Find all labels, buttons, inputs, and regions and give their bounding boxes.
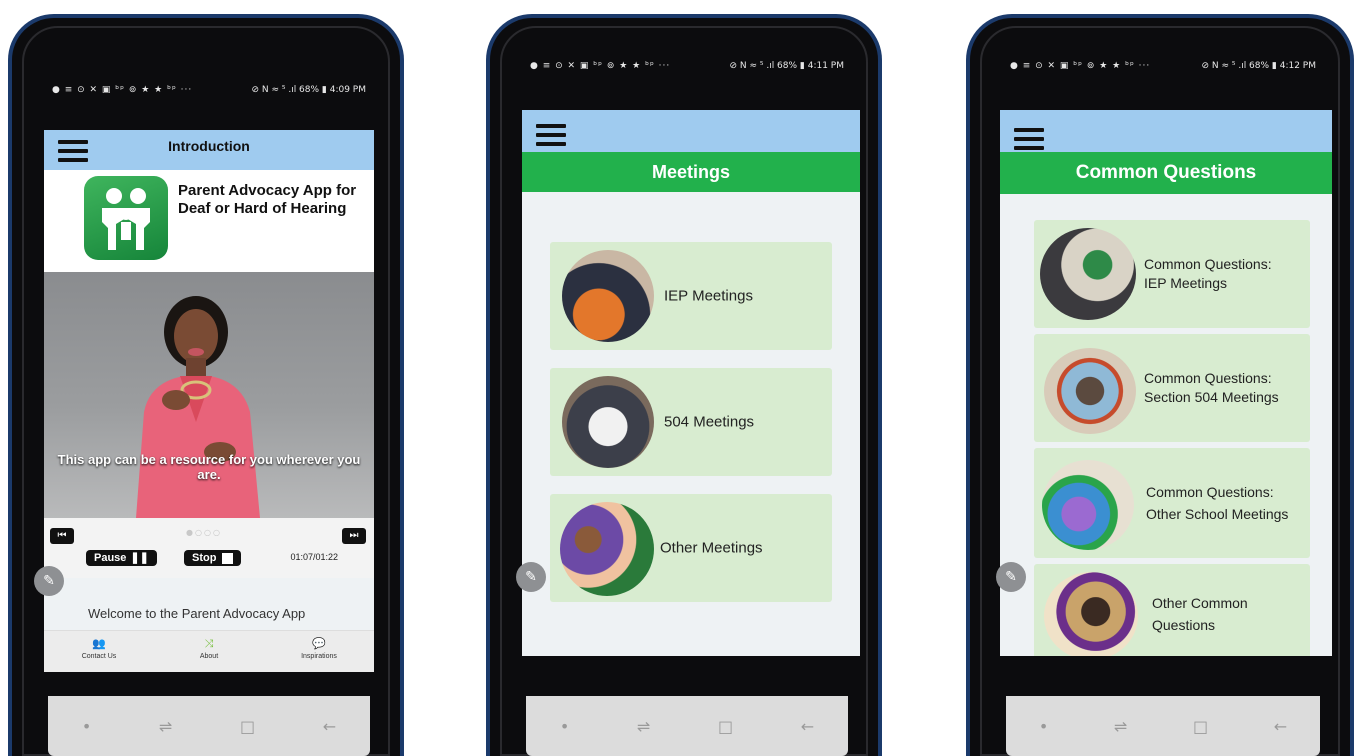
- status-clock: ⊘ N ≈ ⁵ .ıl 68% ▮ 4:11 PM: [729, 61, 844, 71]
- carousel-dots: ●○○○: [186, 528, 222, 537]
- phone-meetings: ● ≡ ⊙ ✕ ▣ ᵇᵖ ⊚ ★ ★ ᵇᵖ ··· ⊘ N ≈ ⁵ .ıl 68…: [486, 14, 882, 756]
- top-bar: [1000, 110, 1332, 152]
- nav-label: Inspirations: [301, 653, 337, 660]
- classroom-photo: [1044, 348, 1136, 434]
- recent-apps-icon[interactable]: ⇌: [159, 717, 172, 736]
- list-item-label: Common Questions: Section 504 Meetings: [1144, 370, 1279, 405]
- list-item-cq-504[interactable]: Common Questions: Section 504 Meetings: [1034, 334, 1310, 442]
- back-icon[interactable]: ←: [801, 717, 814, 736]
- classroom-photo: [1042, 460, 1134, 550]
- nav-contact-us[interactable]: 👥 Contact Us: [44, 631, 154, 672]
- chat-icon: 💬: [312, 637, 326, 650]
- phone-common-questions: ● ≡ ⊙ ✕ ▣ ᵇᵖ ⊚ ★ ★ ᵇᵖ ··· ⊘ N ≈ ⁵ .ıl 68…: [966, 14, 1354, 756]
- next-icon[interactable]: ⏭: [342, 528, 366, 544]
- meeting-photo: [562, 250, 654, 342]
- page-title: Meetings: [522, 152, 860, 192]
- recent-apps-icon[interactable]: ⇌: [637, 717, 650, 736]
- pause-icon: ❚❚: [130, 552, 149, 564]
- dot-icon[interactable]: •: [82, 717, 91, 736]
- home-icon[interactable]: □: [240, 717, 255, 736]
- android-navigation-bar: • ⇌ □ ←: [526, 696, 848, 756]
- status-icons: ● ≡ ⊙ ✕ ▣ ᵇᵖ ⊚ ★ ★ ᵇᵖ ···: [1010, 61, 1151, 71]
- recent-apps-icon[interactable]: ⇌: [1114, 717, 1127, 736]
- android-navigation-bar: • ⇌ □ ←: [1006, 696, 1320, 756]
- list-item-label: Other Meetings: [660, 539, 763, 557]
- list-item-label: 504 Meetings: [664, 413, 755, 431]
- edge-panel-icon[interactable]: ✎: [996, 562, 1026, 592]
- previous-icon[interactable]: ⏮: [50, 528, 74, 544]
- list-item-504-meetings[interactable]: 504 Meetings: [550, 368, 832, 476]
- list-item-label: Common Questions: Other School Meetings: [1146, 484, 1289, 522]
- dot-icon[interactable]: •: [1039, 717, 1048, 736]
- status-icons: ● ≡ ⊙ ✕ ▣ ᵇᵖ ⊚ ★ ★ ᵇᵖ ···: [530, 61, 671, 71]
- list-item-other-meetings[interactable]: Other Meetings: [550, 494, 832, 602]
- top-bar: Introduction: [44, 130, 374, 170]
- status-bar: ● ≡ ⊙ ✕ ▣ ᵇᵖ ⊚ ★ ★ ᵇᵖ ··· ⊘ N ≈ ⁵ .ıl 68…: [52, 82, 366, 98]
- home-icon[interactable]: □: [1193, 717, 1208, 736]
- page-title-text: Meetings: [651, 162, 730, 182]
- app-name: Parent Advocacy App for Deaf or Hard of …: [178, 182, 357, 217]
- pause-button[interactable]: Pause ❚❚: [86, 550, 157, 566]
- status-clock: ⊘ N ≈ ⁵ .ıl 68% ▮ 4:09 PM: [251, 85, 366, 95]
- list-item-other-common-questions[interactable]: Other Common Questions: [1034, 564, 1310, 656]
- family-icon: [102, 188, 150, 250]
- nav-inspirations[interactable]: 💬 Inspirations: [264, 631, 374, 672]
- people-icon: 👥: [92, 637, 106, 650]
- nav-about[interactable]: ⤨ About: [154, 631, 264, 672]
- list-item-iep-meetings[interactable]: IEP Meetings: [550, 242, 832, 350]
- top-bar: [522, 110, 860, 152]
- phone-introduction: ● ≡ ⊙ ✕ ▣ ᵇᵖ ⊚ ★ ★ ᵇᵖ ··· ⊘ N ≈ ⁵ .ıl 68…: [8, 14, 404, 756]
- back-icon[interactable]: ←: [323, 717, 336, 736]
- nav-label: Contact Us: [81, 653, 117, 660]
- menu-icon[interactable]: [536, 124, 566, 146]
- stop-button[interactable]: Stop: [184, 550, 242, 566]
- home-icon[interactable]: □: [718, 717, 733, 736]
- classroom-photo: [1040, 228, 1136, 320]
- android-navigation-bar: • ⇌ □ ←: [48, 696, 370, 756]
- menu-icon[interactable]: [1014, 128, 1044, 150]
- bottom-navigation: 👥 Contact Us ⤨ About 💬 Inspirations: [44, 630, 374, 672]
- pause-label: Pause: [94, 552, 127, 564]
- video-caption: This app can be a resource for you where…: [57, 452, 361, 482]
- app-screen: Introduction Parent Advocacy App for Dea…: [44, 130, 374, 672]
- meeting-photo: [560, 502, 654, 596]
- edge-panel-icon[interactable]: ✎: [34, 566, 64, 596]
- status-bar: ● ≡ ⊙ ✕ ▣ ᵇᵖ ⊚ ★ ★ ᵇᵖ ··· ⊘ N ≈ ⁵ .ıl 68…: [530, 58, 844, 74]
- page-title: Introduction: [168, 138, 250, 154]
- sign-language-video[interactable]: This app can be a resource for you where…: [44, 272, 374, 518]
- app-screen: Common Questions Common Questions: IEP M…: [1000, 110, 1332, 656]
- welcome-text: Welcome to the Parent Advocacy App: [88, 606, 306, 621]
- status-icons: ● ≡ ⊙ ✕ ▣ ᵇᵖ ⊚ ★ ★ ᵇᵖ ···: [52, 85, 193, 95]
- status-clock: ⊘ N ≈ ⁵ .ıl 68% ▮ 4:12 PM: [1201, 61, 1316, 71]
- list-item-cq-iep[interactable]: Common Questions: IEP Meetings: [1034, 220, 1310, 328]
- dot-icon[interactable]: •: [560, 717, 569, 736]
- edge-panel-icon[interactable]: ✎: [516, 562, 546, 592]
- app-screen: Meetings IEP Meetings 504 Meetings Other…: [522, 110, 860, 656]
- list-item-cq-other-school[interactable]: Common Questions: Other School Meetings: [1034, 448, 1310, 558]
- app-logo: [84, 176, 168, 260]
- shuffle-icon: ⤨: [204, 637, 214, 650]
- nav-label: About: [199, 653, 219, 660]
- page-title-text: Common Questions: [1075, 162, 1257, 183]
- status-bar: ● ≡ ⊙ ✕ ▣ ᵇᵖ ⊚ ★ ★ ᵇᵖ ··· ⊘ N ≈ ⁵ .ıl 68…: [1010, 58, 1316, 74]
- students-photo: [1044, 572, 1138, 656]
- stop-icon: [222, 552, 234, 564]
- video-controls: ⏮ ●○○○ ⏭ Pause ❚❚ Stop 01:07/01:22: [44, 518, 374, 578]
- list-item-label: Common Questions: IEP Meetings: [1144, 256, 1272, 291]
- page-title: Common Questions: [1000, 152, 1332, 194]
- video-timer: 01:07/01:22: [290, 552, 338, 562]
- stop-label: Stop: [192, 552, 217, 564]
- back-icon[interactable]: ←: [1274, 717, 1287, 736]
- list-item-label: IEP Meetings: [664, 287, 753, 305]
- meeting-photo: [562, 376, 654, 468]
- list-item-label: Other Common Questions: [1152, 595, 1248, 633]
